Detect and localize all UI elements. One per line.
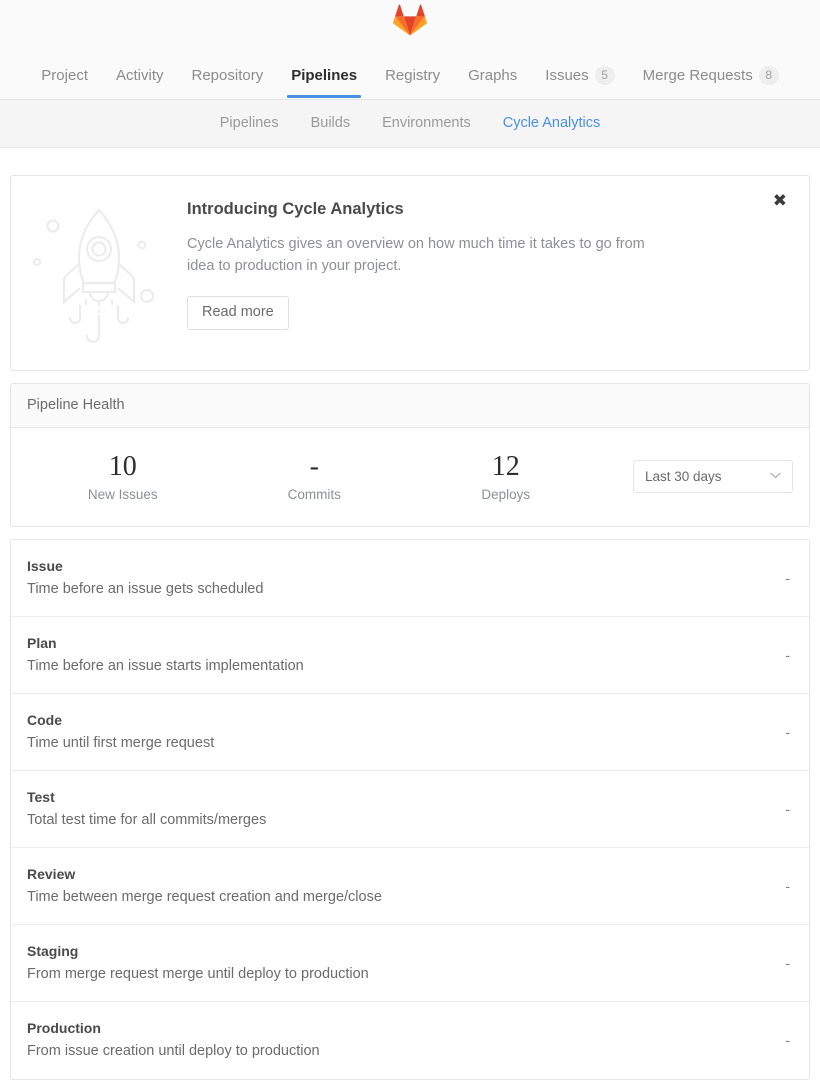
date-range-select[interactable]: Last 30 days: [633, 460, 793, 493]
pipeline-health-card: Pipeline Health 10 New Issues - Commits …: [10, 383, 810, 527]
stage-row-test[interactable]: Test Total test time for all commits/mer…: [11, 771, 809, 848]
nav-tab-label: Activity: [116, 68, 164, 83]
nav-tab-label: Project: [41, 68, 88, 83]
stage-description: Time before an issue starts implementati…: [27, 659, 304, 674]
stage-value: -: [785, 955, 793, 971]
stage-row-issue[interactable]: Issue Time before an issue gets schedule…: [11, 540, 809, 617]
top-navigation-bar: Project Activity Repository Pipelines Re…: [0, 0, 820, 100]
stage-description: From issue creation until deploy to prod…: [27, 1044, 320, 1059]
stage-row-production[interactable]: Production From issue creation until dep…: [11, 1002, 809, 1079]
stage-row-plan[interactable]: Plan Time before an issue starts impleme…: [11, 617, 809, 694]
stage-row-review[interactable]: Review Time between merge request creati…: [11, 848, 809, 925]
stat-commits: - Commits: [219, 452, 411, 502]
stage-value: -: [785, 878, 793, 894]
stage-name: Issue: [27, 559, 263, 573]
cycle-analytics-stage-list: Issue Time before an issue gets schedule…: [10, 539, 810, 1080]
stage-value: -: [785, 647, 793, 663]
nav-tab-label: Registry: [385, 68, 440, 83]
nav-tab-pipelines[interactable]: Pipelines: [277, 52, 371, 98]
intro-banner-title: Introducing Cycle Analytics: [187, 200, 667, 220]
stat-deploys: 12 Deploys: [410, 452, 602, 502]
stage-description: Time between merge request creation and …: [27, 890, 382, 905]
stat-label: New Issues: [27, 488, 219, 502]
stat-value: 12: [410, 452, 602, 481]
stage-value: -: [785, 801, 793, 817]
pipeline-health-body: 10 New Issues - Commits 12 Deploys Last …: [11, 428, 809, 526]
stage-name: Staging: [27, 944, 369, 958]
nav-tab-label: Repository: [192, 68, 264, 83]
gitlab-tanuki-logo[interactable]: [393, 3, 427, 37]
date-range-selected-value: Last 30 days: [645, 469, 722, 484]
stage-text: Code Time until first merge request: [27, 713, 214, 751]
nav-tab-repository[interactable]: Repository: [178, 52, 278, 98]
stage-description: Time before an issue gets scheduled: [27, 582, 263, 597]
secondary-nav-bar: Pipelines Builds Environments Cycle Anal…: [0, 100, 820, 148]
stage-name: Review: [27, 867, 382, 881]
close-icon[interactable]: ✖: [769, 190, 791, 211]
nav-tab-issues[interactable]: Issues 5: [531, 52, 628, 98]
subnav-item-pipelines[interactable]: Pipelines: [204, 116, 295, 131]
date-filter-container: Last 30 days: [602, 460, 794, 493]
nav-tab-activity[interactable]: Activity: [102, 52, 178, 98]
stage-text: Plan Time before an issue starts impleme…: [27, 636, 304, 674]
stat-new-issues: 10 New Issues: [27, 452, 219, 502]
stage-description: Time until first merge request: [27, 736, 214, 751]
stage-text: Issue Time before an issue gets schedule…: [27, 559, 263, 597]
intro-banner-body: Introducing Cycle Analytics Cycle Analyt…: [187, 176, 707, 330]
nav-tab-label: Issues: [545, 68, 588, 83]
subnav-item-environments[interactable]: Environments: [366, 116, 487, 131]
logo-container: [0, 0, 820, 42]
stage-name: Production: [27, 1021, 320, 1035]
nav-tab-merge-requests[interactable]: Merge Requests 8: [629, 52, 793, 98]
nav-tab-graphs[interactable]: Graphs: [454, 52, 531, 98]
chevron-down-icon: [770, 471, 781, 482]
stat-value: -: [219, 452, 411, 481]
read-more-button[interactable]: Read more: [187, 296, 289, 330]
stage-name: Code: [27, 713, 214, 727]
stage-description: From merge request merge until deploy to…: [27, 967, 369, 982]
intro-banner-description: Cycle Analytics gives an overview on how…: [187, 233, 667, 278]
intro-banner: Introducing Cycle Analytics Cycle Analyt…: [10, 175, 810, 371]
stage-value: -: [785, 1032, 793, 1048]
pipeline-health-title: Pipeline Health: [11, 384, 809, 428]
stage-row-staging[interactable]: Staging From merge request merge until d…: [11, 925, 809, 1002]
stat-label: Commits: [219, 488, 411, 502]
primary-nav-tabs: Project Activity Repository Pipelines Re…: [0, 42, 820, 98]
stat-value: 10: [27, 452, 219, 481]
nav-tab-label: Pipelines: [291, 68, 357, 83]
nav-tab-label: Merge Requests: [643, 68, 753, 83]
stage-description: Total test time for all commits/merges: [27, 813, 266, 828]
subnav-item-cycle-analytics[interactable]: Cycle Analytics: [487, 116, 617, 131]
page-content: Introducing Cycle Analytics Cycle Analyt…: [0, 175, 820, 1080]
stage-row-code[interactable]: Code Time until first merge request -: [11, 694, 809, 771]
stage-text: Production From issue creation until dep…: [27, 1021, 320, 1059]
issues-count-badge: 5: [595, 66, 615, 85]
stage-value: -: [785, 724, 793, 740]
subnav-item-builds[interactable]: Builds: [295, 116, 367, 131]
rocket-illustration: [11, 176, 187, 371]
stage-text: Review Time between merge request creati…: [27, 867, 382, 905]
merge-requests-count-badge: 8: [759, 66, 779, 85]
stage-name: Plan: [27, 636, 304, 650]
stage-text: Test Total test time for all commits/mer…: [27, 790, 266, 828]
stat-label: Deploys: [410, 488, 602, 502]
nav-tab-project[interactable]: Project: [27, 52, 102, 98]
stage-text: Staging From merge request merge until d…: [27, 944, 369, 982]
nav-tab-label: Graphs: [468, 68, 517, 83]
stage-value: -: [785, 570, 793, 586]
stage-name: Test: [27, 790, 266, 804]
nav-tab-registry[interactable]: Registry: [371, 52, 454, 98]
